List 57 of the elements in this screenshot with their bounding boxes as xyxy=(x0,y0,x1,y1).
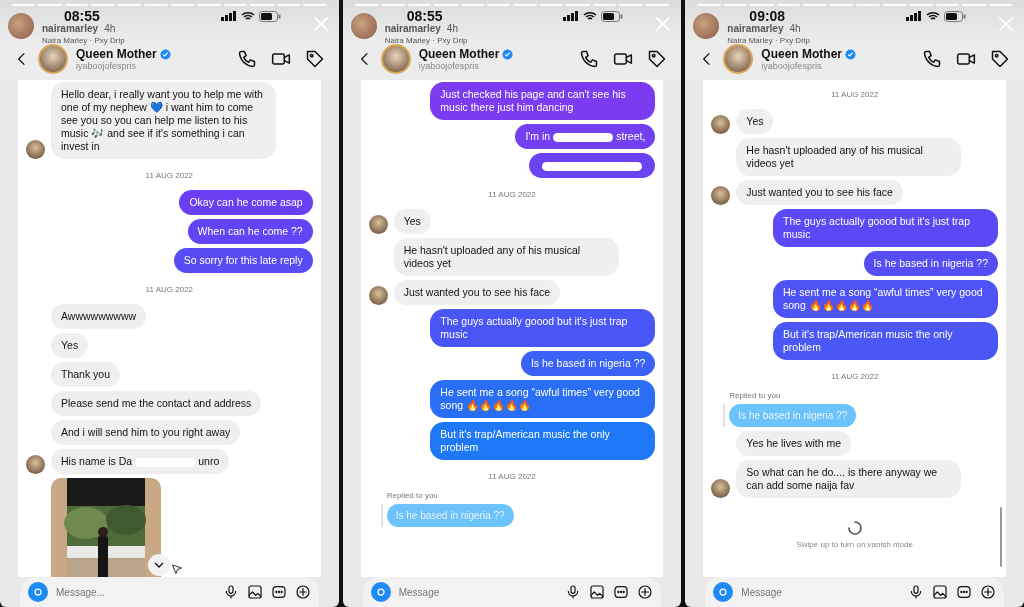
story-username[interactable]: nairamarley xyxy=(384,23,441,34)
date-separator: 11 AUG 2022 xyxy=(144,171,195,180)
message-bubble: Please send me the contact and address xyxy=(51,391,262,416)
story-age: 4h xyxy=(446,23,458,34)
message-bubble: Just wanted you to see his face xyxy=(393,280,561,305)
story-age: 4h xyxy=(789,23,801,34)
message-bubble: He sent me a song “awful times” very good song 🔥🔥🔥🔥🔥 xyxy=(430,380,656,418)
message-bubble: He hasn't uploaded any of his musical videos yet xyxy=(736,138,962,176)
message-bubble: Yes he lives with me xyxy=(736,431,852,456)
message-bubble: When can he come ?? xyxy=(187,219,313,244)
contact-handle: iyaboojofespris xyxy=(76,61,138,71)
message-bubble: Hello dear, i really want you to help me with one of my nephew 💙 i want him to come see you so you can help me listen to his music 🎶 and see if it's something i can invest in xyxy=(51,82,276,159)
message-bubble: So sorry for this late reply xyxy=(173,248,313,273)
message-bubble: Just checked his page and can't see his music there just him dancing xyxy=(430,82,656,120)
message-bubble: The guys actually goood but it's just trap music xyxy=(773,209,998,247)
contact-name[interactable]: Queen Mother xyxy=(418,47,500,61)
quoted-message: Is he based in nigeria ?? xyxy=(386,504,514,527)
message-bubble: He hasn't uploaded any of his musical videos yet xyxy=(393,238,619,276)
message-bubble: Thank you xyxy=(51,362,121,387)
reply-label: Replied to you xyxy=(386,491,439,500)
message-bubble: The guys actually goood but it's just trap music xyxy=(430,309,656,347)
story-age: 4h xyxy=(104,23,116,34)
date-separator: 11 AUG 2022 xyxy=(487,472,537,481)
status-time: 09:08 xyxy=(749,8,786,24)
story-username[interactable]: nairamarley xyxy=(727,23,784,34)
quoted-message: Is he based in nigeria ?? xyxy=(729,404,857,427)
message-bubble: Is he based in nigeria ?? xyxy=(863,251,998,276)
date-separator: 11 AUG 2022 xyxy=(829,372,880,381)
message-bubble: I'm in street, xyxy=(515,124,656,149)
date-separator: 11 AUG 2022 xyxy=(829,90,880,99)
reply-label: Replied to you xyxy=(729,391,782,400)
message-bubble: Is he based in nigeria ?? xyxy=(520,351,656,376)
message-bubble: He sent me a song “awful times” very good song 🔥🔥🔥🔥🔥 xyxy=(773,280,998,318)
vanish-mode-hint: Swipe up to turn on vanish mode xyxy=(795,540,914,549)
date-separator: 11 AUG 2022 xyxy=(487,190,537,199)
story-username[interactable]: nairamarley xyxy=(42,23,99,34)
status-time: 08:55 xyxy=(64,8,100,24)
contact-name[interactable]: Queen Mother xyxy=(761,47,842,61)
message-bubble: Yes xyxy=(393,209,431,234)
story-music[interactable]: Naira Marley · Pxy Drip xyxy=(384,36,468,45)
message-bubble: Awwwwwwwww xyxy=(51,304,147,329)
story-music[interactable]: Naira Marley · Pxy Drip xyxy=(727,36,811,45)
message-bubble: Okay can he come asap xyxy=(179,190,313,215)
status-time: 08:55 xyxy=(406,8,443,24)
message-bubble: His name is Da unro xyxy=(51,449,230,474)
message-bubble: But it's trap/American music the only problem xyxy=(430,422,656,460)
message-bubble: Yes xyxy=(51,333,89,358)
message-bubble: And i will send him to you right away xyxy=(51,420,241,445)
contact-handle: iyaboojofespris xyxy=(418,61,480,71)
contact-name[interactable]: Queen Mother xyxy=(76,47,157,61)
message-bubble: Yes xyxy=(736,109,774,134)
message-bubble: But it's trap/American music the only problem xyxy=(773,322,998,360)
message-bubble: So what can he do.... is there anyway we can add some naija fav xyxy=(736,460,962,498)
contact-handle: iyaboojofespris xyxy=(761,61,823,71)
message-bubble: Just wanted you to see his face xyxy=(736,180,903,205)
story-music[interactable]: Naira Marley · Pxy Drip xyxy=(42,36,125,45)
date-separator: 11 AUG 2022 xyxy=(144,285,195,294)
